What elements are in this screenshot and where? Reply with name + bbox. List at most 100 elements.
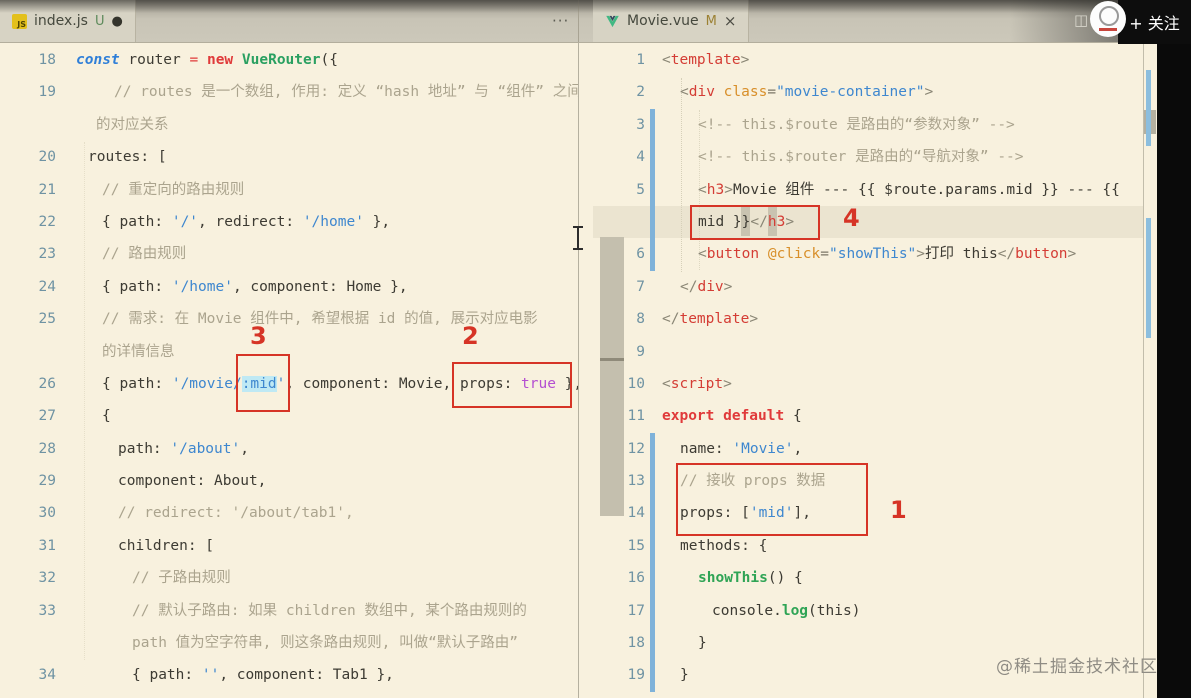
code-line[interactable]: 30 // redirect: '/about/tab1', (0, 497, 578, 529)
line-number: 28 (38, 440, 56, 457)
code-line[interactable]: 24 { path: '/home', component: Home }, (0, 271, 578, 303)
mouse-cursor-ibeam (571, 226, 585, 250)
code-line[interactable]: 20 routes: [ (0, 141, 578, 173)
follow-button[interactable]: + 关注 (1118, 0, 1191, 44)
code-text: { path: '/home', component: Home }, (102, 278, 408, 295)
editor-group-separator (578, 0, 579, 42)
vue-icon (605, 15, 620, 28)
code-text: component: About, (118, 473, 267, 490)
vertical-scrollbar[interactable] (600, 237, 624, 516)
code-line[interactable]: 23 // 路由规则 (0, 238, 578, 270)
code-text: showThis() { (698, 570, 803, 587)
tab-label: index.js (34, 13, 88, 29)
editor-more-actions[interactable]: ··· (552, 0, 569, 42)
line-number (593, 206, 645, 238)
code-text: </div> (680, 278, 733, 295)
tab-indexjs[interactable]: JS index.js U ● (0, 0, 136, 42)
code-line[interactable]: 10 <script> (593, 368, 1143, 400)
code-text: { (102, 408, 111, 425)
code-text: path: '/about', (118, 440, 249, 457)
annotation-box-1 (676, 463, 868, 536)
line-number (0, 109, 56, 141)
close-icon[interactable]: × (724, 12, 737, 30)
line-number: 4 (636, 149, 645, 166)
annotation-box-3 (236, 354, 290, 412)
scrollbar-tick (600, 358, 624, 361)
code-line[interactable]: 2 <div class="movie-container"> (593, 76, 1143, 108)
code-text: <template> (662, 52, 750, 68)
code-line[interactable]: 11 export default { (593, 400, 1143, 432)
code-line[interactable]: 的对应关系 (0, 109, 578, 141)
line-number: 22 (38, 213, 56, 230)
code-text: <div class="movie-container"> (680, 84, 934, 101)
code-text: // 重定向的路由规则 (102, 181, 245, 198)
tab-movievue[interactable]: Movie.vue M × (593, 0, 750, 42)
line-number: 20 (38, 149, 56, 166)
code-line[interactable]: 32 // 子路由规则 (0, 562, 578, 594)
line-number: 29 (38, 473, 56, 490)
code-line[interactable]: 8 </template> (593, 303, 1143, 335)
code-text: { path: '', component: Tab1 }, (132, 667, 394, 684)
overview-change-mark (1146, 70, 1151, 146)
pane-divider[interactable] (578, 42, 579, 698)
code-line[interactable]: 12 name: 'Movie', (593, 433, 1143, 465)
code-line[interactable]: 31 children: [ (0, 530, 578, 562)
code-text: </template> (662, 311, 759, 328)
line-number: 1 (636, 52, 645, 68)
code-line[interactable]: 1 <template> (593, 44, 1143, 76)
overview-ruler-border (1143, 42, 1144, 698)
code-text: <button @click="showThis">打印 this</butto… (698, 246, 1077, 263)
code-text: } (698, 635, 707, 652)
code-line[interactable]: 6 <button @click="showThis">打印 this</butt… (593, 238, 1143, 270)
line-number: 25 (38, 311, 56, 328)
editor-pane-movievue[interactable]: 1 <template> 2 <div class="movie-container"… (593, 42, 1143, 698)
line-number: 2 (636, 84, 645, 101)
line-number: 23 (38, 246, 56, 263)
code-line[interactable]: 3 <!-- this.$route 是路由的“参数对象” --> (593, 109, 1143, 141)
annotation-box-2 (452, 362, 572, 408)
code-line[interactable]: mid }}</h3> (593, 206, 1143, 238)
code-line[interactable]: 9 (593, 336, 1143, 368)
code-text: // routes 是一个数组, 作用: 定义 “hash 地址” 与 “组件”… (114, 84, 578, 101)
code-text: 的对应关系 (96, 116, 169, 133)
code-line[interactable]: 16 showThis() { (593, 562, 1143, 594)
tab-bar: JS index.js U ● ··· Movie.vue M × ◫ (0, 0, 1191, 43)
code-line[interactable]: 29 component: About, (0, 465, 578, 497)
javascript-file-icon: JS (12, 13, 27, 29)
code-line[interactable]: 17 console.log(this) (593, 595, 1143, 627)
code-line[interactable]: 25// 需求: 在 Movie 组件中, 希望根据 id 的值, 展示对应电影 (0, 303, 578, 335)
code-text: name: 'Movie', (680, 440, 803, 457)
code-line[interactable]: 7 </div> (593, 271, 1143, 303)
code-line[interactable]: 22 { path: '/', redirect: '/home' }, (0, 206, 578, 238)
overview-change-mark (1146, 218, 1151, 338)
line-number: 21 (38, 181, 56, 198)
code-line[interactable]: 4 <!-- this.$router 是路由的“导航对象” --> (593, 141, 1143, 173)
line-number: 18 (627, 635, 645, 652)
line-number: 15 (627, 537, 645, 554)
code-line[interactable]: 5 <h3>Movie 组件 --- {{ $route.params.mid }… (593, 174, 1143, 206)
code-text: // 默认子路由: 如果 children 数组中, 某个路由规则的 (132, 602, 527, 619)
code-line[interactable]: 33 // 默认子路由: 如果 children 数组中, 某个路由规则的 (0, 595, 578, 627)
split-editor-icon[interactable]: ◫ (1074, 11, 1088, 29)
code-line[interactable]: 21 // 重定向的路由规则 (0, 174, 578, 206)
code-line[interactable]: 34 { path: '', component: Tab1 }, (0, 659, 578, 691)
site-watermark: @稀土掘金技术社区 (996, 657, 1158, 677)
line-number: 5 (636, 181, 645, 198)
code-text: export default { (662, 408, 802, 425)
tab-label: Movie.vue (627, 13, 699, 29)
code-text: <!-- this.$route 是路由的“参数对象” --> (698, 116, 1015, 133)
line-number: 27 (38, 408, 56, 425)
code-line[interactable]: 28 path: '/about', (0, 433, 578, 465)
video-letterbox (1157, 0, 1191, 698)
streamer-avatar[interactable] (1090, 1, 1126, 37)
code-line[interactable]: path 值为空字符串, 则这条路由规则, 叫做“默认子路由” (0, 627, 578, 659)
code-line[interactable]: 18 const router = new VueRouter({ (0, 44, 578, 76)
git-status-untracked: U (94, 13, 105, 29)
code-text: path 值为空字符串, 则这条路由规则, 叫做“默认子路由” (132, 635, 519, 652)
code-text: // redirect: '/about/tab1', (118, 505, 354, 522)
vscode-window: JS index.js U ● ··· Movie.vue M × ◫ + 关注… (0, 0, 1191, 698)
unsaved-dot-icon: ● (111, 13, 123, 29)
code-line[interactable]: 19 // routes 是一个数组, 作用: 定义 “hash 地址” 与 “组… (0, 76, 578, 108)
annotation-number-1: 1 (890, 496, 907, 524)
annotation-number-2: 2 (462, 322, 479, 350)
